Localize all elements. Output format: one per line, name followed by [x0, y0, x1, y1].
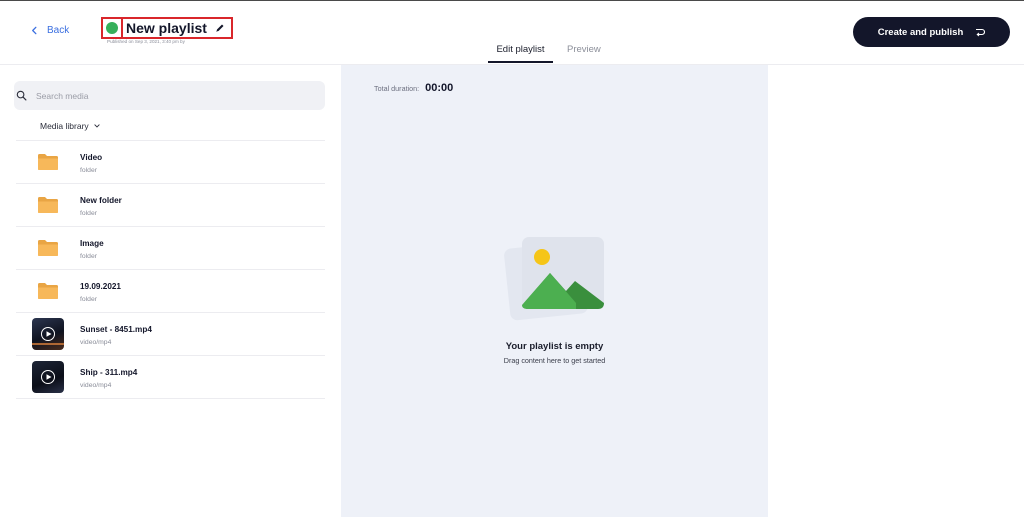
tab-edit-playlist[interactable]: Edit playlist — [488, 44, 553, 63]
create-and-publish-button[interactable]: Create and publish — [853, 17, 1010, 47]
media-type: video/mp4 — [80, 382, 112, 389]
tab-preview[interactable]: Preview — [567, 44, 601, 63]
list-item[interactable]: Image folder — [16, 227, 325, 270]
list-item[interactable]: Ship - 311.mp4 video/mp4 — [16, 356, 325, 399]
list-item[interactable]: Video folder — [16, 141, 325, 184]
thumbnail-sunset-glow — [32, 343, 64, 345]
folder-icon — [38, 283, 58, 299]
edit-pencil-icon[interactable] — [215, 23, 225, 33]
play-icon — [41, 370, 55, 384]
chevron-down-icon — [93, 124, 100, 128]
total-duration-label: Total duration: — [374, 84, 420, 93]
media-type: folder — [80, 296, 98, 303]
video-thumbnail — [32, 361, 64, 393]
empty-playlist-image-icon — [504, 237, 604, 321]
chevron-left-icon — [32, 26, 37, 35]
empty-playlist-subtitle: Drag content here to get started — [503, 356, 606, 365]
back-button[interactable]: Back — [30, 25, 69, 36]
folder-icon — [38, 197, 58, 213]
playlist-header: Back New playlist Published on Sep 3, 20… — [0, 1, 1024, 65]
folder-icon — [38, 240, 58, 256]
media-type: folder — [80, 167, 98, 174]
search-icon — [16, 90, 27, 101]
create-and-publish-label: Create and publish — [877, 26, 964, 38]
media-name: 19.09.2021 — [80, 282, 121, 291]
search-input[interactable] — [36, 90, 296, 101]
list-item[interactable]: Sunset - 8451.mp4 video/mp4 — [16, 313, 325, 356]
video-thumbnail — [32, 318, 64, 350]
playlist-drop-area[interactable]: Total duration: 00:00 Your playlist is e… — [341, 65, 768, 517]
status-dot-icon — [106, 22, 118, 34]
view-tabs: Edit playlist Preview — [488, 44, 601, 63]
media-name: Ship - 311.mp4 — [80, 368, 138, 377]
playlist-title-editor[interactable]: New playlist — [123, 17, 233, 39]
status-indicator — [101, 17, 123, 39]
published-info: Published on Sep 3, 2021, 3:40 pm by — [107, 39, 185, 44]
media-library-dropdown[interactable]: Media library — [40, 121, 100, 131]
media-list: Video folder New folder folder Image fol… — [16, 140, 325, 399]
media-name: Image — [80, 239, 104, 248]
folder-icon — [38, 154, 58, 170]
media-library-label: Media library — [40, 121, 89, 131]
play-icon — [41, 327, 55, 341]
publish-arrow-icon — [976, 28, 986, 36]
media-type: folder — [80, 210, 98, 217]
list-item[interactable]: New folder folder — [16, 184, 325, 227]
media-name: New folder — [80, 196, 122, 205]
back-label: Back — [47, 25, 70, 36]
search-bar — [14, 81, 325, 110]
total-duration-value: 00:00 — [425, 82, 454, 94]
playlist-title-group: New playlist — [101, 17, 233, 39]
media-name: Sunset - 8451.mp4 — [80, 325, 152, 334]
media-type: video/mp4 — [80, 339, 112, 346]
empty-playlist-title: Your playlist is empty — [505, 341, 604, 352]
playlist-title: New playlist — [126, 20, 207, 36]
total-duration: Total duration: 00:00 — [374, 82, 453, 94]
media-type: folder — [80, 253, 98, 260]
list-item[interactable]: 19.09.2021 folder — [16, 270, 325, 313]
media-name: Video — [80, 153, 103, 162]
